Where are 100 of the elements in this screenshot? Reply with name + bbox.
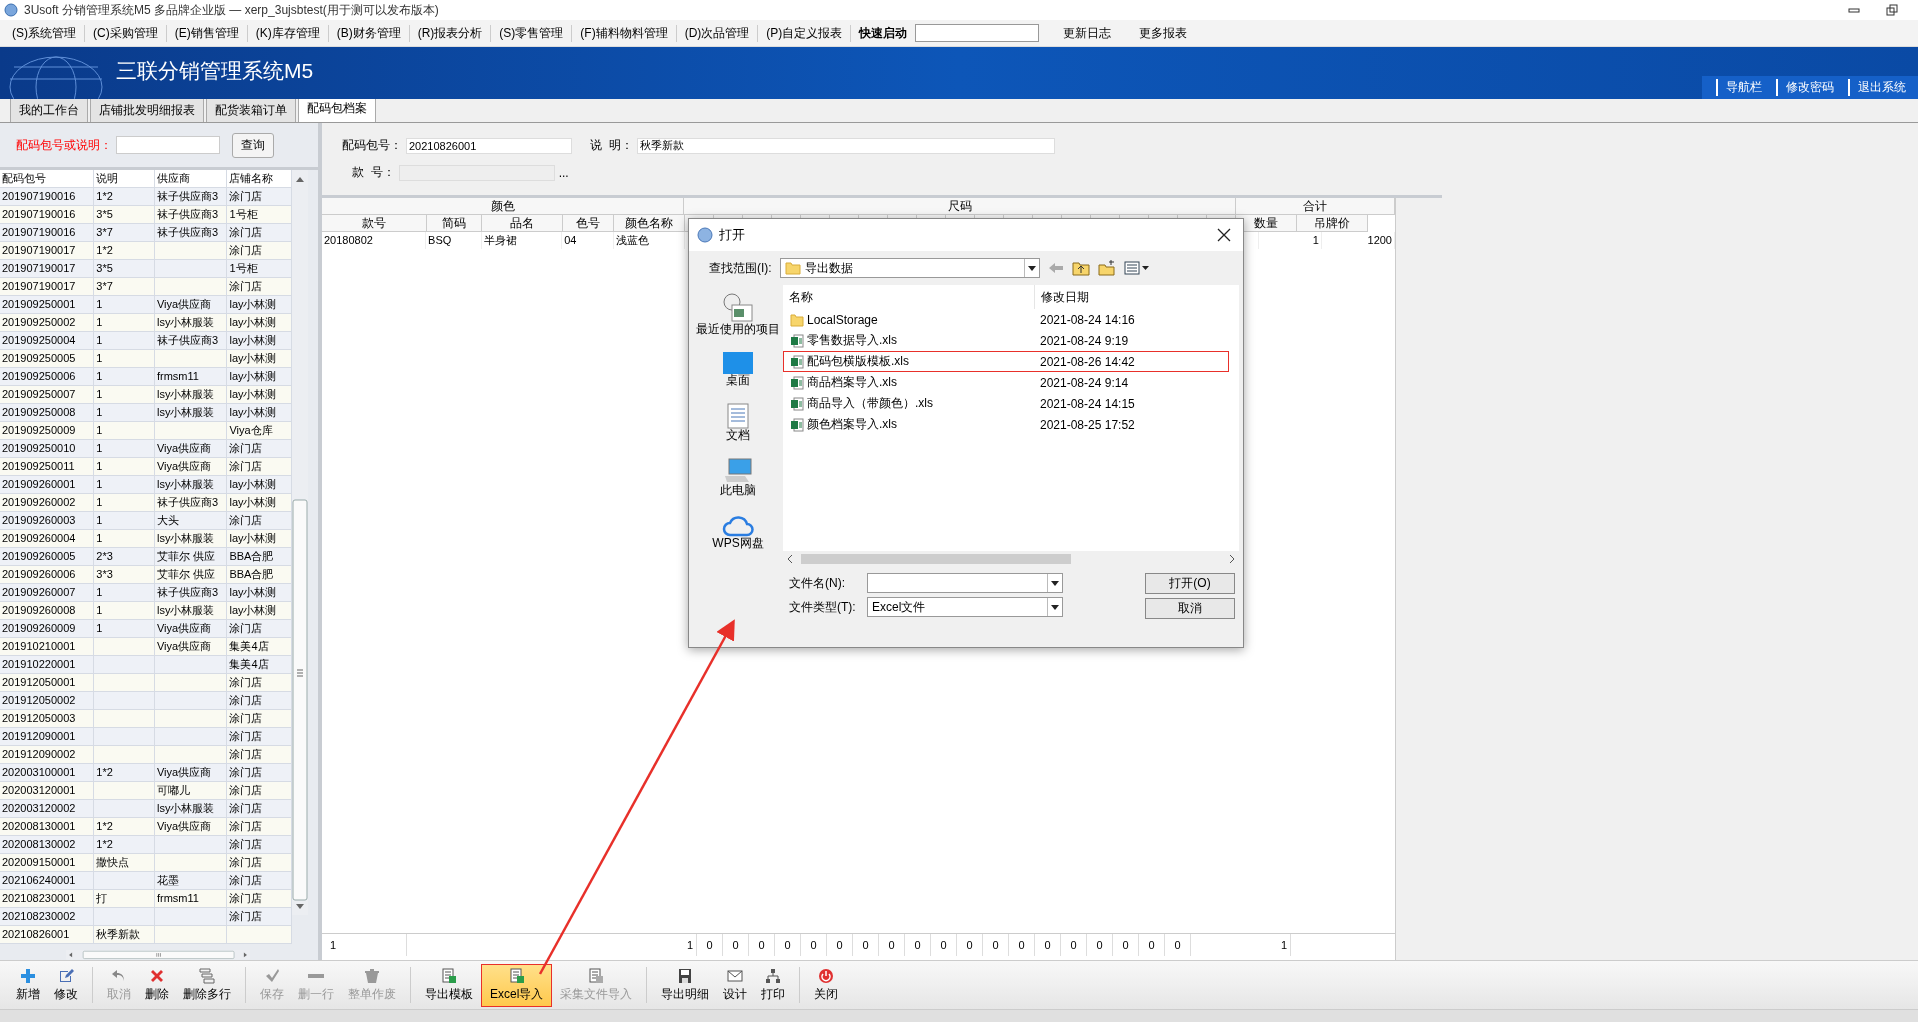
menu-item[interactable]: (K)库存管理 <box>247 24 329 42</box>
toolbar-button[interactable]: 设计 <box>717 963 754 1007</box>
tab[interactable]: 店铺批发明细报表 <box>90 98 204 122</box>
table-cell: 可嘟儿 <box>154 782 228 800</box>
places-item[interactable]: 此电脑 <box>694 458 782 497</box>
summary-cell: 1 <box>1191 934 1291 956</box>
table-cell: 201912050003 <box>0 710 95 728</box>
table-cell: 201910220001 <box>0 656 95 674</box>
summary-cell: 0 <box>879 934 905 956</box>
toolbar-button[interactable]: 新增 <box>10 963 46 1007</box>
table-cell: 1*2 <box>94 188 155 206</box>
table-cell: 201909260002 <box>0 494 95 512</box>
file-row[interactable]: 零售数据导入.xls 2021-08-24 9:19 <box>783 330 1229 351</box>
tab[interactable]: 配货装箱订单 <box>206 98 296 122</box>
file-name-field[interactable] <box>867 573 1063 593</box>
table-cell: 1200 <box>1322 232 1395 249</box>
file-row[interactable]: 商品档案导入.xls 2021-08-24 9:14 <box>783 372 1229 393</box>
file-type-dropdown[interactable]: Excel文件 <box>867 597 1063 617</box>
column-header[interactable]: 名称 <box>783 285 1034 309</box>
text-field[interactable]: 秋季新款 <box>636 137 1055 154</box>
back-arrow-icon[interactable] <box>1047 261 1064 275</box>
dialog-button[interactable]: 打开(O) <box>1145 573 1235 594</box>
table-cell: 201909260008 <box>0 602 95 620</box>
places-item[interactable]: 文档 <box>694 403 782 442</box>
toolbar-button[interactable]: Excel导入 <box>481 963 553 1007</box>
menu-item[interactable]: (C)采购管理 <box>85 24 167 42</box>
restore-icon[interactable] <box>1886 4 1898 16</box>
close-icon[interactable] <box>1217 228 1231 242</box>
toolbar-button[interactable]: 删除 <box>139 963 175 1007</box>
file-name-label: 文件名(N): <box>789 574 846 592</box>
column-header[interactable]: 说明 <box>94 170 155 188</box>
document-icon <box>727 403 749 429</box>
column-header[interactable]: 配码包号 <box>0 170 95 188</box>
table-cell: 202108230002 <box>0 908 95 926</box>
look-in-dropdown[interactable]: 导出数据 <box>779 258 1040 278</box>
menu-item[interactable]: (D)次品管理 <box>676 24 759 42</box>
spreadsheet-icon <box>508 967 525 984</box>
file-row[interactable]: LocalStorage 2021-08-24 14:16 <box>783 309 1229 330</box>
toolbar-button[interactable]: 关闭 <box>808 963 845 1007</box>
summary-cell: 1 <box>322 934 407 956</box>
field-label: 说 明： <box>590 137 633 154</box>
menu-item[interactable]: (S)零售管理 <box>491 24 573 42</box>
places-item[interactable]: 最近使用的项目 <box>694 293 782 336</box>
field-label: 配码包号： <box>342 137 402 154</box>
menu-link[interactable]: 更新日志 <box>1049 24 1126 42</box>
file-row[interactable]: 颜色档案导入.xls 2021-08-25 17:52 <box>783 414 1229 435</box>
table-cell: 201910210001 <box>0 638 95 656</box>
table-cell: 201909250009 <box>0 422 95 440</box>
menu-item[interactable]: (S)系统管理 <box>4 24 85 42</box>
summary-cell: 0 <box>1087 934 1113 956</box>
search-field[interactable] <box>116 136 220 155</box>
table-cell: 打 <box>94 890 155 908</box>
table-cell: 1 <box>94 458 155 476</box>
menu-link[interactable]: 更多报表 <box>1125 24 1202 42</box>
header-link[interactable]: 导航栏 <box>1716 79 1768 96</box>
table-cell: 201909250008 <box>0 404 95 422</box>
column-header: 品名 <box>482 215 563 232</box>
toolbar-button[interactable]: 修改 <box>48 963 84 1007</box>
column-header: 简码 <box>427 215 482 232</box>
table-cell: 201909250001 <box>0 296 95 314</box>
header-link[interactable]: 修改密码 <box>1776 79 1840 96</box>
toolbar-button[interactable]: 导出模板 <box>419 963 479 1007</box>
new-folder-icon[interactable] <box>1097 260 1116 276</box>
header-link[interactable]: 退出系统 <box>1848 79 1912 96</box>
table-cell: lsy小林服装 <box>154 530 228 548</box>
summary-cell: 0 <box>749 934 775 956</box>
table-cell: 201907190016 <box>0 224 95 242</box>
lookup-button[interactable]: ... <box>558 165 569 180</box>
table-cell: 1*2 <box>94 818 155 836</box>
dialog-button[interactable]: 取消 <box>1145 598 1235 619</box>
caret-icon <box>1051 604 1059 610</box>
up-folder-icon[interactable] <box>1071 260 1090 276</box>
column-header[interactable]: 供应商 <box>154 170 228 188</box>
menu-item[interactable]: (E)销售管理 <box>166 24 248 42</box>
file-row[interactable]: 配码包横版模板.xls 2021-08-26 14:42 <box>783 351 1229 372</box>
column-header[interactable]: 修改日期 <box>1034 285 1089 309</box>
toolbar-button[interactable]: 打印 <box>755 963 792 1007</box>
text-field[interactable]: 20210826001 <box>406 137 572 154</box>
table-cell: 撒快点 <box>94 854 155 872</box>
hierarchy-icon <box>765 967 782 984</box>
summary-cell: 0 <box>1113 934 1139 956</box>
tab[interactable]: 我的工作台 <box>10 98 88 122</box>
places-item[interactable]: 桌面 <box>694 352 782 387</box>
places-item[interactable]: WPS网盘 <box>694 513 782 550</box>
menu-item[interactable]: (F)辅料物料管理 <box>572 24 677 42</box>
menu-item[interactable]: (B)财务管理 <box>328 24 410 42</box>
quick-launch-field[interactable] <box>915 24 1040 42</box>
menu-item[interactable]: (P)自定义报表 <box>758 24 852 42</box>
table-cell: lsy小林服装 <box>154 314 228 332</box>
view-menu-icon[interactable] <box>1123 261 1150 275</box>
table-cell: 202008130001 <box>0 818 95 836</box>
spreadsheet-icon <box>588 967 605 984</box>
table-cell: 201909250004 <box>0 332 95 350</box>
clock-icon <box>722 293 754 323</box>
toolbar-button[interactable]: 导出明细 <box>655 963 716 1007</box>
query-button[interactable]: 查询 <box>232 132 274 158</box>
table-cell: 201907190017 <box>0 242 95 260</box>
toolbar-button[interactable]: 删除多行 <box>177 963 237 1007</box>
file-row[interactable]: 商品导入（带颜色）.xls 2021-08-24 14:15 <box>783 393 1229 414</box>
menu-item[interactable]: (R)报表分析 <box>409 24 492 42</box>
